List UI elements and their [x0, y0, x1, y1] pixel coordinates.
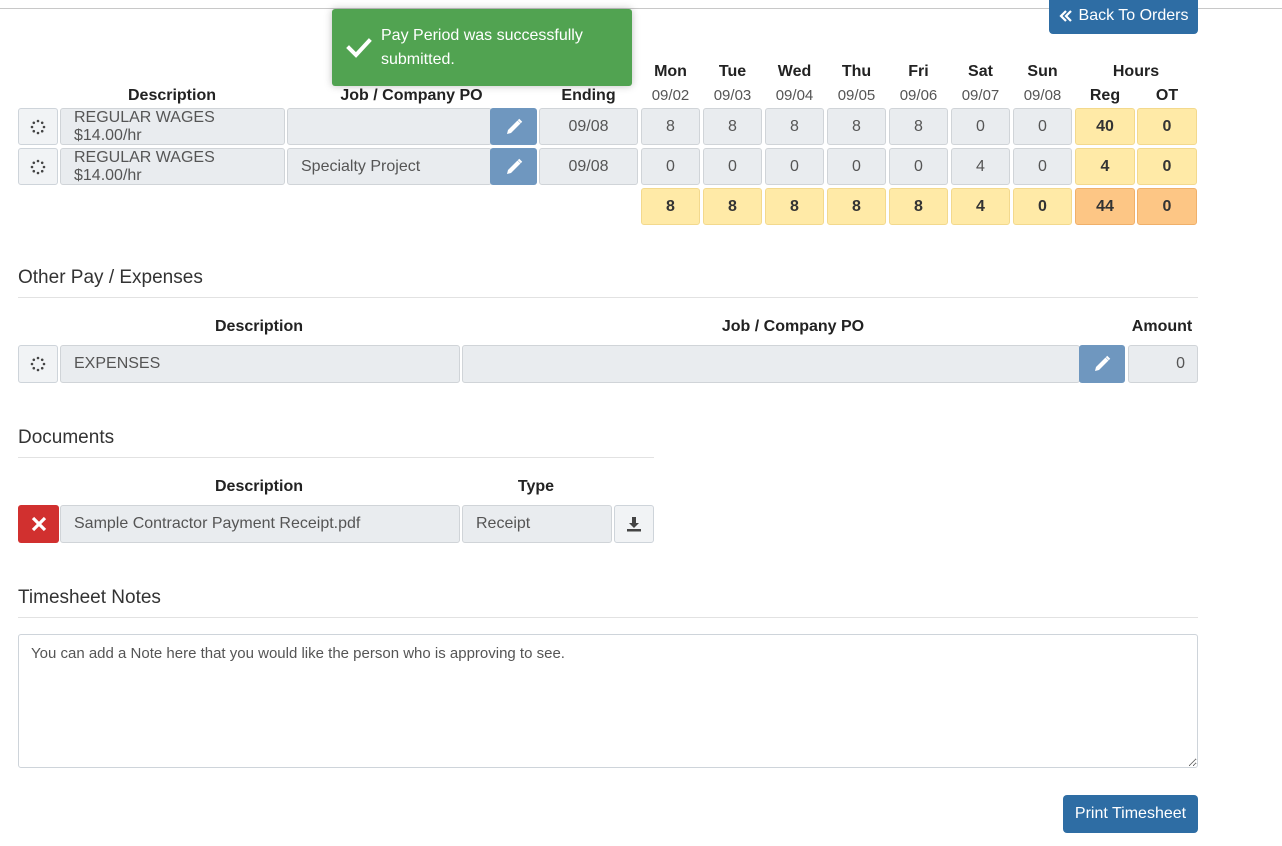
other-col-description: Description	[214, 318, 303, 335]
col-header-hours: Hours	[1112, 63, 1160, 80]
day-hours-cell[interactable]: 8	[765, 108, 824, 145]
day-date-5: 09/07	[961, 87, 1000, 104]
day-total: 8	[889, 188, 948, 225]
print-timesheet-button[interactable]: Print Timesheet	[1063, 795, 1198, 833]
day-hours-cell[interactable]: 0	[889, 148, 948, 185]
day-total: 8	[641, 188, 700, 225]
day-name-5: Sat	[968, 63, 993, 80]
row-status-button[interactable]	[18, 148, 58, 185]
day-hours-cell[interactable]: 0	[827, 148, 886, 185]
back-to-orders-label: Back To Orders	[1078, 7, 1189, 24]
day-hours-cell[interactable]: 4	[951, 148, 1010, 185]
document-type: Receipt	[462, 505, 612, 543]
notes-divider	[18, 617, 1198, 618]
wage-ending: 09/08	[539, 108, 638, 145]
spinner-icon	[30, 356, 46, 372]
ot-hours-total: 0	[1137, 108, 1197, 145]
wage-ending: 09/08	[539, 148, 638, 185]
day-name-6: Sun	[1027, 63, 1058, 80]
back-to-orders-button[interactable]: Back To Orders	[1049, 0, 1198, 34]
day-hours-cell[interactable]: 0	[1013, 148, 1072, 185]
spinner-icon	[30, 159, 46, 174]
notes-title: Timesheet Notes	[18, 587, 161, 608]
success-toast[interactable]: Pay Period was successfully submitted.	[332, 9, 632, 86]
expense-amount[interactable]: 0	[1128, 345, 1198, 383]
download-icon	[627, 517, 641, 532]
day-date-2: 09/04	[775, 87, 814, 104]
day-date-6: 09/08	[1023, 87, 1062, 104]
day-hours-cell[interactable]: 0	[765, 148, 824, 185]
pencil-icon	[1095, 355, 1111, 371]
other-col-amount: Amount	[1131, 318, 1193, 335]
wage-description: REGULAR WAGES $14.00/hr	[60, 108, 285, 145]
wage-job-po: Specialty Project	[287, 148, 492, 185]
reg-hours-total: 4	[1075, 148, 1135, 185]
other-pay-divider	[18, 297, 1198, 298]
day-date-4: 09/06	[899, 87, 938, 104]
day-total: 8	[765, 188, 824, 225]
day-hours-cell[interactable]: 0	[703, 148, 762, 185]
day-date-1: 09/03	[713, 87, 752, 104]
day-name-4: Fri	[908, 63, 929, 80]
col-header-job-po: Job / Company PO	[340, 87, 483, 104]
toast-message: Pay Period was successfully submitted.	[381, 26, 583, 68]
pencil-icon	[506, 158, 522, 174]
day-name-2: Wed	[777, 63, 812, 80]
day-date-0: 09/02	[651, 87, 690, 104]
day-name-0: Mon	[654, 63, 687, 80]
doc-col-type: Type	[517, 478, 555, 495]
day-hours-cell[interactable]: 0	[951, 108, 1010, 145]
spinner-icon	[30, 119, 46, 134]
job-po-edit-button[interactable]	[490, 148, 537, 185]
day-name-1: Tue	[718, 63, 747, 80]
reg-hours-total: 40	[1075, 108, 1135, 145]
documents-divider	[18, 457, 654, 458]
day-hours-cell[interactable]: 8	[889, 108, 948, 145]
checkmark-icon	[346, 37, 372, 58]
job-po-edit-button[interactable]	[490, 108, 537, 145]
day-total: 4	[951, 188, 1010, 225]
col-header-reg: Reg	[1089, 87, 1121, 104]
double-chevron-left-icon	[1058, 10, 1072, 22]
day-total: 8	[827, 188, 886, 225]
wage-description: REGULAR WAGES $14.00/hr	[60, 148, 285, 185]
close-icon	[31, 516, 46, 532]
col-header-description: Description	[127, 87, 216, 104]
pencil-icon	[506, 118, 522, 134]
expense-job-po	[462, 345, 1080, 383]
other-col-job-po: Job / Company PO	[721, 318, 865, 335]
day-date-3: 09/05	[837, 87, 876, 104]
day-hours-cell[interactable]: 0	[1013, 108, 1072, 145]
row-status-button[interactable]	[18, 108, 58, 145]
day-total: 0	[1013, 188, 1072, 225]
expense-edit-button[interactable]	[1079, 345, 1125, 383]
col-header-ending: Ending	[561, 87, 616, 104]
ot-hours-total: 0	[1137, 148, 1197, 185]
grand-total-reg: 44	[1075, 188, 1135, 225]
documents-title: Documents	[18, 427, 115, 448]
day-hours-cell[interactable]: 0	[641, 148, 700, 185]
day-total: 8	[703, 188, 762, 225]
day-hours-cell[interactable]: 8	[827, 108, 886, 145]
document-description: Sample Contractor Payment Receipt.pdf	[60, 505, 460, 543]
grand-total-ot: 0	[1137, 188, 1197, 225]
timesheet-notes-textarea[interactable]: You can add a Note here that you would l…	[18, 634, 1198, 768]
other-pay-title: Other Pay / Expenses	[18, 267, 203, 288]
day-hours-cell[interactable]: 8	[703, 108, 762, 145]
day-name-3: Thu	[841, 63, 872, 80]
download-document-button[interactable]	[614, 505, 654, 543]
col-header-ot: OT	[1155, 87, 1179, 104]
day-hours-cell[interactable]: 8	[641, 108, 700, 145]
wage-job-po	[287, 108, 492, 145]
row-status-button[interactable]	[18, 345, 58, 383]
doc-col-description: Description	[214, 478, 303, 495]
delete-document-button[interactable]	[18, 505, 59, 543]
expense-description: EXPENSES	[60, 345, 460, 383]
